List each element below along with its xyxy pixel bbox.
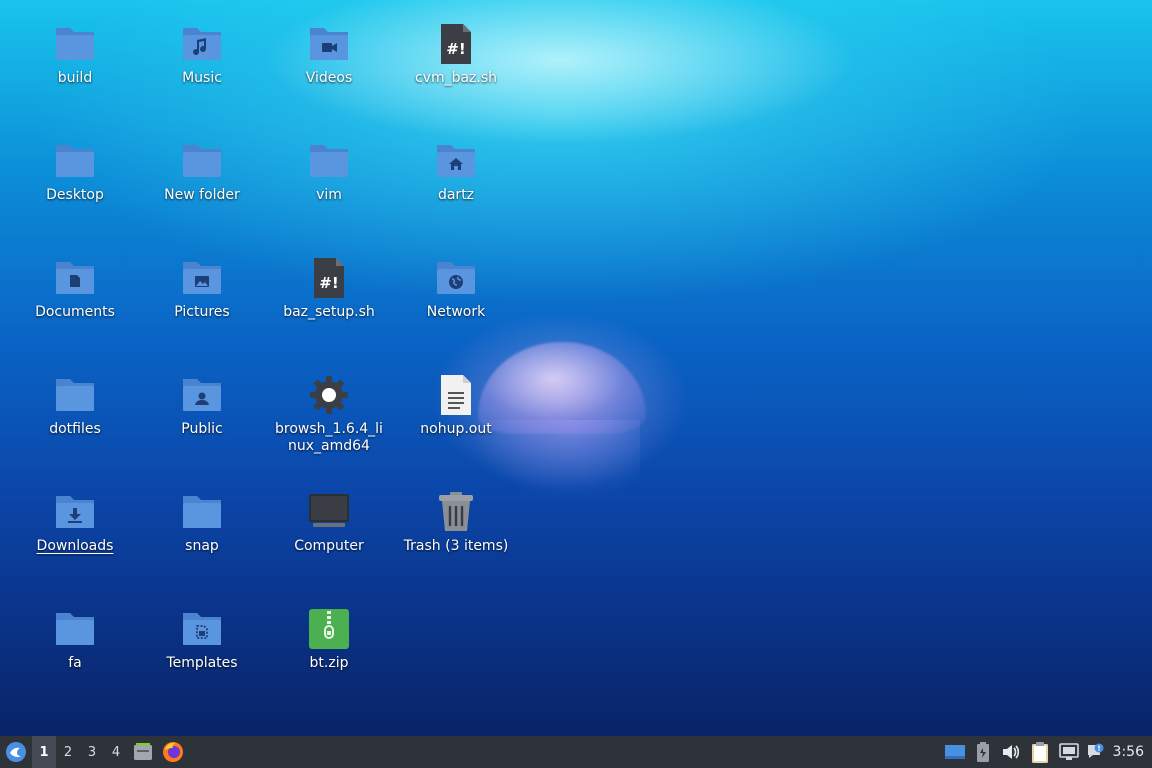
pictures-folder-icon xyxy=(180,256,224,300)
workspace-1[interactable]: 1 xyxy=(32,736,56,768)
notification-icon xyxy=(1087,743,1104,758)
notification-indicator[interactable] xyxy=(1083,736,1107,768)
system-tray: 3:56 xyxy=(941,736,1152,768)
icon-label: Music xyxy=(182,70,222,86)
desktop-icon-trash[interactable]: Trash (3 items) xyxy=(401,490,511,555)
battery-icon xyxy=(976,742,989,762)
desktop-icon-documents[interactable]: Documents xyxy=(20,256,130,321)
network-icon xyxy=(1058,743,1079,760)
templates-folder-icon xyxy=(180,607,224,651)
desktop-icon-dotfiles[interactable]: dotfiles xyxy=(20,373,130,438)
icon-label: Pictures xyxy=(174,304,230,320)
desktop-icon-desktop[interactable]: Desktop xyxy=(20,139,130,204)
zip-archive-icon xyxy=(307,607,351,651)
icon-label: cvm_baz.sh xyxy=(414,70,498,86)
music-folder-icon xyxy=(180,22,224,66)
folder-icon xyxy=(53,22,97,66)
documents-folder-icon xyxy=(53,256,97,300)
trash-icon xyxy=(434,490,478,534)
network-indicator[interactable] xyxy=(1055,736,1083,768)
video-folder-icon xyxy=(307,22,351,66)
workspace-4[interactable]: 4 xyxy=(104,736,128,768)
workspace-2[interactable]: 2 xyxy=(56,736,80,768)
clipboard-manager[interactable] xyxy=(1025,736,1055,768)
svg-text:#!: #! xyxy=(319,274,338,292)
desktop-icon-new-folder[interactable]: New folder xyxy=(147,139,257,204)
network-folder-icon xyxy=(434,256,478,300)
icon-label: dartz xyxy=(437,187,475,203)
start-menu-icon xyxy=(6,742,26,762)
desktop-icon-browsh[interactable]: browsh_1.6.4_linux_amd64 xyxy=(274,373,384,455)
icon-label: vim xyxy=(316,187,342,203)
folder-icon xyxy=(180,490,224,534)
file-manager-launcher[interactable] xyxy=(128,736,158,768)
computer-icon xyxy=(307,490,351,534)
desktop-icon-nohup[interactable]: nohup.out xyxy=(401,373,511,438)
volume-icon xyxy=(1002,745,1019,759)
icon-label: dotfiles xyxy=(49,421,101,437)
shell-script-icon: #! xyxy=(307,256,351,300)
battery-indicator[interactable] xyxy=(969,736,997,768)
gear-icon xyxy=(307,373,351,417)
shell-script-icon: #! xyxy=(434,22,478,66)
clock[interactable]: 3:56 xyxy=(1107,736,1152,768)
folder-icon xyxy=(53,373,97,417)
icon-label: Downloads xyxy=(36,538,114,554)
start-menu-button[interactable] xyxy=(0,736,32,768)
desktop-icon-network[interactable]: Network xyxy=(401,256,511,321)
icon-label: browsh_1.6.4_linux_amd64 xyxy=(275,421,383,454)
desktop-icon-build[interactable]: build xyxy=(20,22,130,87)
show-windows-button[interactable] xyxy=(941,736,969,768)
svg-text:#!: #! xyxy=(446,40,465,58)
desktop-icon-public[interactable]: Public xyxy=(147,373,257,438)
home-folder-icon xyxy=(434,139,478,183)
downloads-folder-icon xyxy=(53,490,97,534)
icon-label: snap xyxy=(185,538,219,554)
volume-control[interactable] xyxy=(997,736,1025,768)
icon-label: Trash (3 items) xyxy=(403,538,509,554)
window-icon xyxy=(944,745,965,759)
desktop-icon-snap[interactable]: snap xyxy=(147,490,257,555)
desktop-icon-vim[interactable]: vim xyxy=(274,139,384,204)
firefox-icon xyxy=(163,742,183,762)
text-file-icon xyxy=(434,373,478,417)
workspace-3[interactable]: 3 xyxy=(80,736,104,768)
desktop-icon-dartz[interactable]: dartz xyxy=(401,139,511,204)
taskbar: 1 2 3 4 3:56 xyxy=(0,736,1152,768)
icon-label: Public xyxy=(181,421,223,437)
folder-icon xyxy=(53,607,97,651)
file-manager-icon xyxy=(134,743,152,760)
folder-icon xyxy=(307,139,351,183)
icon-label: Network xyxy=(426,304,486,320)
desktop-icon-templates[interactable]: Templates xyxy=(147,607,257,672)
firefox-launcher[interactable] xyxy=(158,736,188,768)
desktop-icon-videos[interactable]: Videos xyxy=(274,22,384,87)
icon-label: Documents xyxy=(35,304,115,320)
desktop-icon-fa[interactable]: fa xyxy=(20,607,130,672)
icon-label: Templates xyxy=(166,655,238,671)
clipboard-icon xyxy=(1031,742,1048,763)
desktop-icon-cvm-baz[interactable]: #! cvm_baz.sh xyxy=(401,22,511,87)
icon-label: Videos xyxy=(305,70,353,86)
icon-label: fa xyxy=(68,655,82,671)
icon-label: bt.zip xyxy=(309,655,349,671)
public-folder-icon xyxy=(180,373,224,417)
icon-label: build xyxy=(57,70,93,86)
desktop-icon-computer[interactable]: Computer xyxy=(274,490,384,555)
icon-label: Desktop xyxy=(46,187,104,203)
desktop-icon-baz-setup[interactable]: #! baz_setup.sh xyxy=(274,256,384,321)
folder-icon xyxy=(180,139,224,183)
icon-label: baz_setup.sh xyxy=(283,304,375,320)
desktop-icon-pictures[interactable]: Pictures xyxy=(147,256,257,321)
icon-label: Computer xyxy=(294,538,364,554)
icon-label: nohup.out xyxy=(420,421,492,437)
folder-icon xyxy=(53,139,97,183)
desktop-icon-downloads[interactable]: Downloads xyxy=(20,490,130,555)
icon-label: New folder xyxy=(164,187,240,203)
desktop-icon-bt-zip[interactable]: bt.zip xyxy=(274,607,384,672)
desktop-icon-music[interactable]: Music xyxy=(147,22,257,87)
